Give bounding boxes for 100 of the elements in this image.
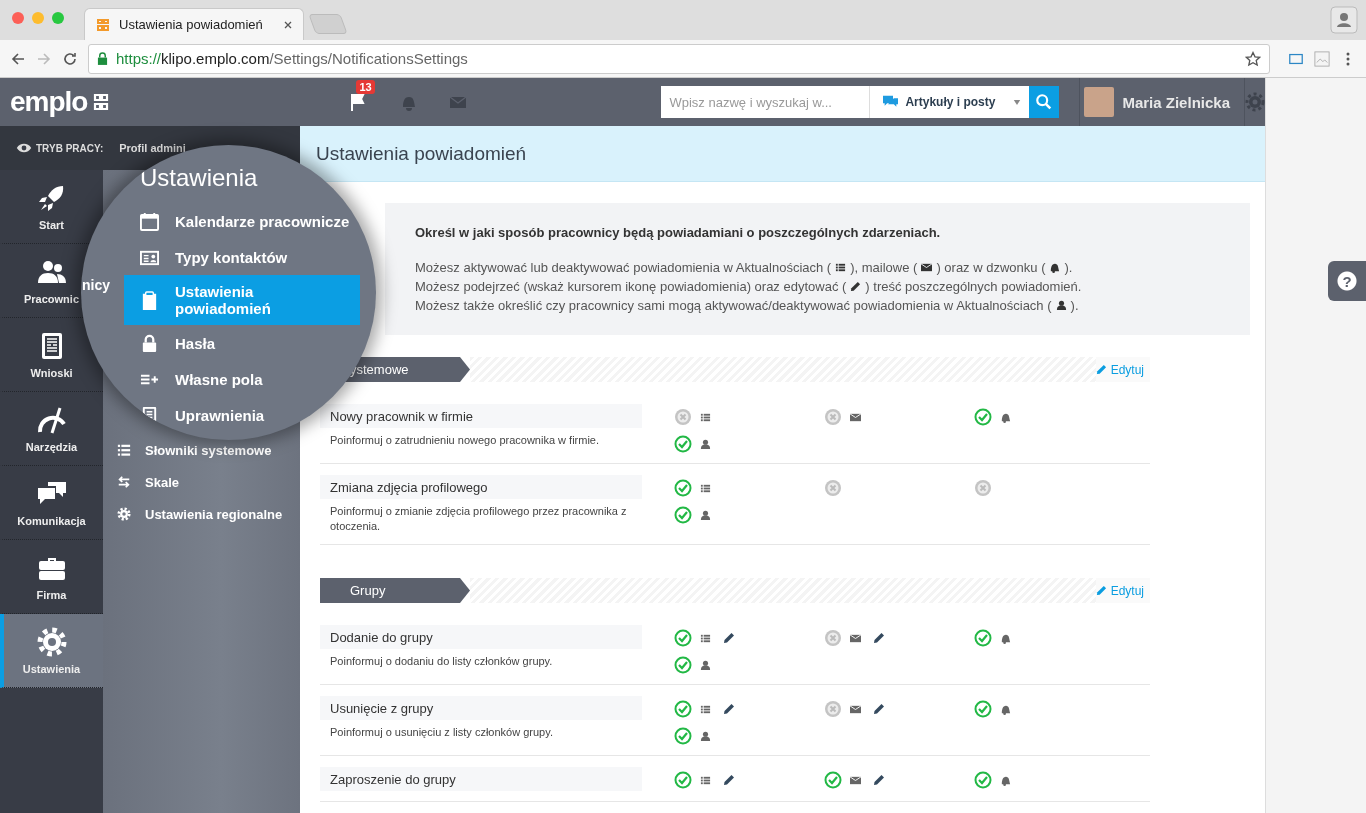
check-icon[interactable] (674, 629, 692, 647)
clipboard-icon (140, 290, 159, 310)
edit-link[interactable]: Edytuj (1095, 357, 1150, 382)
cross-icon[interactable] (674, 408, 692, 426)
edit-link[interactable]: Edytuj (1095, 578, 1150, 603)
event-description: Poinformuj o usunięciu z listy członków grupy. (329, 725, 554, 740)
info-text: ) treść poszczególnych powiadomień. (865, 278, 1082, 296)
person-icon (700, 438, 711, 450)
arrows-icon (117, 475, 131, 489)
address-text: https://klipo.emplo.com/Settings/NotificationsSettings (116, 50, 469, 67)
envelope-icon (921, 262, 933, 273)
new-tab-button[interactable] (308, 14, 348, 34)
lock-icon (97, 52, 108, 65)
event-title: Zaproszenie do grupy (320, 767, 642, 791)
settings-menu-item[interactable]: Kalendarze pracownicze (124, 203, 360, 239)
check-icon[interactable] (674, 700, 692, 718)
gear-icon (117, 507, 131, 521)
event-title: Nowy pracownik w firmie (320, 404, 642, 428)
check-icon[interactable] (674, 479, 692, 497)
settings-menu-item[interactable]: Typy kontaktów (124, 239, 298, 275)
search-button[interactable] (1029, 86, 1060, 118)
event-title: Dodanie do grupy (320, 625, 642, 649)
pencil-icon (1095, 585, 1107, 596)
close-icon[interactable] (283, 19, 293, 30)
info-text: Możesz podejrzeć (wskaż kursorem ikonę powiadomienia) oraz edytować ( (415, 278, 847, 296)
page-title: Ustawienia powiadomień (316, 142, 527, 165)
settings-menu-item[interactable]: Hasła (124, 325, 226, 361)
search-field[interactable]: Wpisz nazwę i wyszukaj w... (661, 86, 870, 118)
tab-title: Ustawienia powiadomień (119, 17, 264, 32)
logo-text[interactable]: emplo (10, 86, 88, 118)
eye-icon (16, 143, 32, 153)
list-icon (117, 443, 131, 457)
pencil-icon[interactable] (873, 703, 885, 715)
check-icon[interactable] (974, 629, 992, 647)
reload-icon[interactable] (62, 50, 78, 67)
cross-icon[interactable] (824, 479, 842, 497)
check-icon[interactable] (974, 771, 992, 789)
event-description: Poinformuj o zmianie zdjęcia profilowego przez pracownika z otoczenia. (329, 504, 628, 534)
settings-menu-item[interactable]: Własne pola (124, 361, 273, 397)
check-icon[interactable] (974, 408, 992, 426)
padlock-icon (140, 333, 159, 353)
back-icon[interactable] (10, 50, 26, 67)
event-description: Poinformuj o zatrudnieniu nowego pracownika w firmie. (329, 433, 601, 448)
settings-icon[interactable] (1245, 92, 1265, 112)
event-title: Zmiana zdjęcia profilowego (320, 475, 642, 499)
forward-icon[interactable] (36, 50, 52, 67)
nav-item[interactable]: Ustawienia (0, 614, 103, 688)
check-icon[interactable] (674, 727, 692, 745)
cross-icon[interactable] (824, 629, 842, 647)
pencil-icon[interactable] (873, 632, 885, 644)
browser-tab[interactable]: Ustawienia powiadomień (84, 8, 304, 40)
menu-heading: Ustawienia (140, 163, 258, 193)
maximize-window-button[interactable] (52, 12, 64, 24)
notification-badge: 13 (356, 80, 375, 94)
work-mode-dropdown[interactable]: Profil admini (119, 142, 186, 154)
gear-icon (36, 626, 67, 657)
check-icon[interactable] (674, 771, 692, 789)
event-description: Poinformuj o dodaniu do listy członków grupy. (329, 654, 554, 669)
pencil-icon[interactable] (873, 774, 885, 786)
event-title: Usunięcie z grupy (320, 696, 642, 720)
person-icon[interactable] (1330, 6, 1358, 34)
cross-icon[interactable] (824, 700, 842, 718)
check-icon[interactable] (824, 771, 842, 789)
work-mode-label: TRYB PRACY: (36, 142, 104, 154)
submenu-item[interactable]: Skale (103, 466, 300, 498)
pencil-icon (850, 281, 862, 292)
cross-icon[interactable] (824, 408, 842, 426)
person-icon (700, 730, 711, 742)
person-icon (700, 659, 711, 671)
info-text: ). (1064, 259, 1073, 277)
check-icon[interactable] (674, 435, 692, 453)
section-header: Grupy (320, 578, 470, 603)
cross-icon[interactable] (974, 479, 992, 497)
pencil-icon[interactable] (723, 632, 735, 644)
close-window-button[interactable] (12, 12, 24, 24)
person-icon (1055, 300, 1067, 311)
check-icon[interactable] (674, 506, 692, 524)
settings-menu-item[interactable]: Ustawienia powiadomień (124, 275, 360, 325)
person-icon (700, 509, 711, 521)
scope-dropdown[interactable]: Artykuły i posty (869, 86, 1030, 118)
address-field[interactable]: https://klipo.emplo.com/Settings/NotificationsSettings (88, 43, 1270, 74)
calendar-icon (140, 211, 159, 231)
info-text: ). (1070, 297, 1079, 315)
check-icon[interactable] (974, 700, 992, 718)
info-text: ), mailowe ( (850, 259, 918, 277)
info-text: ) oraz w dzwonku ( (936, 259, 1046, 277)
pencil-icon[interactable] (723, 703, 735, 715)
user-name[interactable]: Maria Zielnicka (1122, 93, 1230, 111)
info-heading: Określ w jaki sposób pracownicy będą powiadamiani o poszczególnych zdarzeniach. (415, 225, 942, 240)
avatar-placeholder[interactable] (1084, 87, 1115, 117)
help-button[interactable]: ? (1328, 261, 1366, 301)
caret-icon (1013, 98, 1022, 106)
submenu-item[interactable]: Słowniki systemowe (103, 434, 300, 466)
pencil-icon[interactable] (723, 774, 735, 786)
check-icon[interactable] (674, 656, 692, 674)
submenu-item[interactable]: Ustawienia regionalne (103, 498, 300, 530)
star-icon[interactable] (1245, 50, 1261, 67)
bell-icon (1049, 262, 1061, 273)
image-icon[interactable] (1314, 50, 1330, 67)
settings-menu-item[interactable]: Uprawnienia (124, 397, 275, 433)
